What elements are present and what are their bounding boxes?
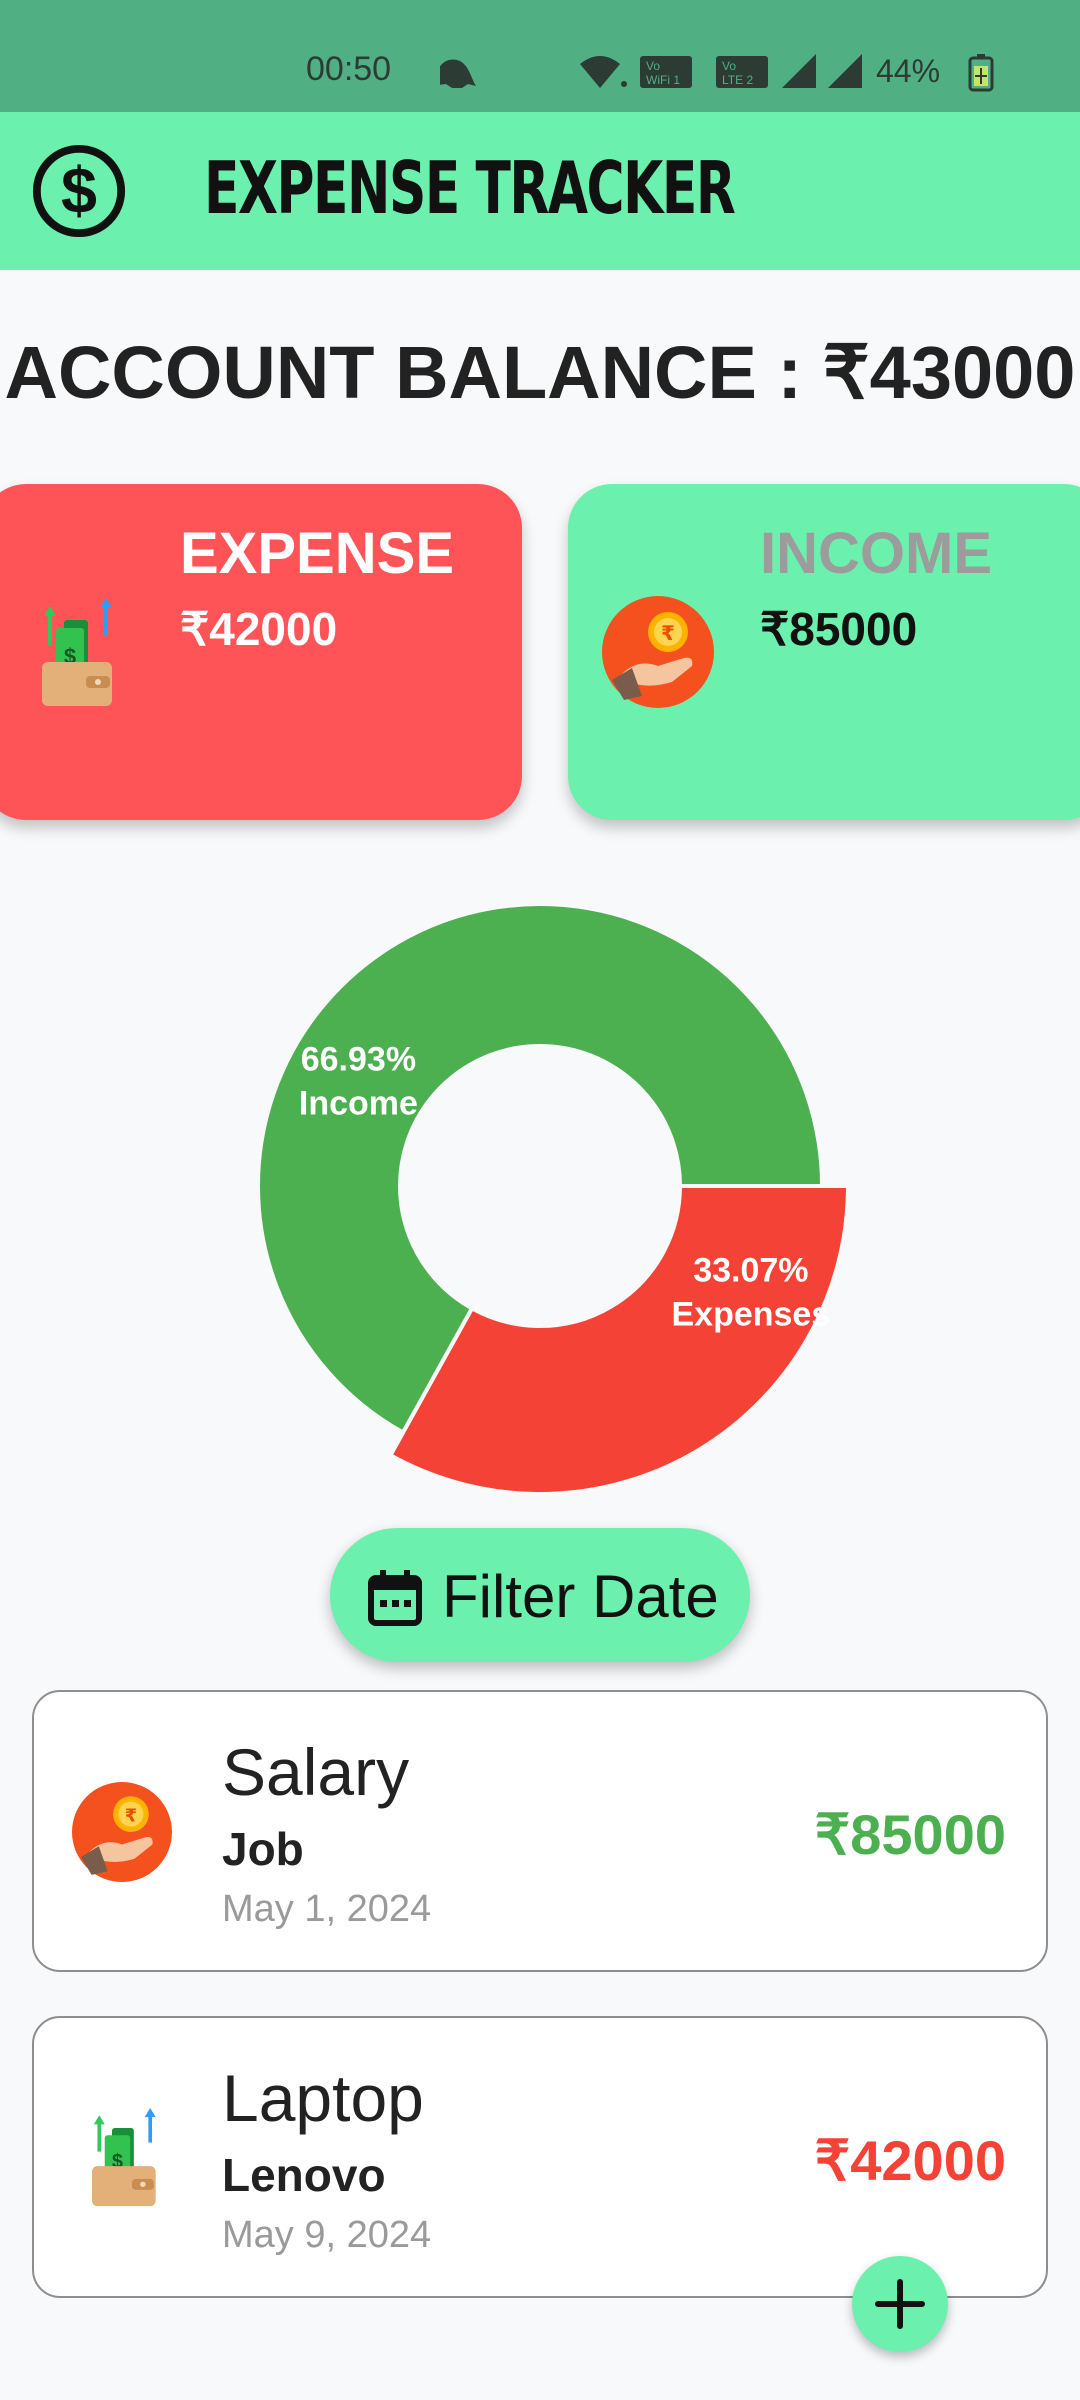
calendar-icon	[368, 1570, 422, 1626]
transaction-category: Job	[222, 1823, 304, 1875]
transaction-date: May 9, 2024	[222, 2214, 432, 2256]
expense-card[interactable]: $ EXPENSE ₹42000	[0, 484, 522, 820]
account-balance: ACCOUNT BALANCE : ₹43000	[4, 331, 1076, 414]
signal-icon	[828, 54, 862, 88]
transaction-date: May 1, 2024	[222, 1888, 432, 1930]
status-icons: Vo WiFi 1 Vo LTE 2 44%	[440, 53, 994, 92]
plus-icon	[875, 2279, 925, 2329]
status-bar: 00:50 Vo WiFi 1 Vo LTE 2 44%	[0, 0, 1080, 112]
income-card-title: INCOME	[760, 521, 992, 586]
pie-percent-label: 66.93%	[301, 1041, 416, 1079]
hand-coin-icon: ₹	[72, 1782, 172, 1882]
add-transaction-button[interactable]	[852, 2256, 948, 2352]
pie-category-label: Income	[299, 1085, 418, 1123]
income-card[interactable]: ₹ INCOME ₹85000	[568, 484, 1080, 820]
wallet-money-icon: $	[42, 598, 112, 706]
svg-text:Vo: Vo	[722, 59, 736, 73]
transaction-title: Laptop	[222, 2061, 424, 2135]
dollar-icon[interactable]: $	[30, 142, 128, 240]
volte2-icon: Vo LTE 2	[716, 56, 768, 88]
svg-text:₹: ₹	[661, 621, 675, 645]
battery-icon	[968, 54, 994, 92]
income-card-amount: ₹85000	[760, 603, 918, 655]
transaction-title: Salary	[222, 1735, 410, 1809]
battery-percent: 44%	[876, 53, 940, 89]
app-title: EXPENSE TRACKER	[204, 146, 736, 230]
hand-coin-icon: ₹	[602, 596, 714, 708]
app-bar: $ EXPENSE TRACKER	[0, 112, 1080, 270]
transaction-category: Lenovo	[222, 2149, 386, 2201]
filter-date-button[interactable]: Filter Date	[330, 1528, 750, 1662]
expense-card-amount: ₹42000	[180, 603, 338, 655]
signal-icon	[782, 54, 816, 88]
pie-slice-expenses	[387, 1184, 851, 1496]
svg-text:₹: ₹	[125, 1805, 137, 1826]
svg-text:$: $	[61, 154, 97, 227]
expense-card-title: EXPENSE	[180, 521, 454, 586]
filter-date-label: Filter Date	[442, 1563, 719, 1630]
status-time: 00:50	[306, 50, 392, 88]
transaction-amount: ₹85000	[814, 1803, 1006, 1866]
snapchat-icon	[440, 59, 476, 88]
pie-percent-label: 33.07%	[693, 1252, 808, 1290]
wallet-money-icon: $	[92, 2108, 156, 2207]
vowifi-icon: Vo WiFi 1	[640, 56, 692, 88]
svg-text:WiFi 1: WiFi 1	[646, 73, 680, 87]
wifi-icon	[580, 56, 627, 88]
svg-text:Vo: Vo	[646, 59, 660, 73]
transaction-card[interactable]: ₹ Salary Job May 1, 2024 ₹85000	[32, 1690, 1048, 1972]
transaction-amount: ₹42000	[814, 2129, 1006, 2192]
svg-text:LTE 2: LTE 2	[722, 73, 753, 87]
income-expense-donut-chart: 66.93% Income 33.07% Expenses	[256, 902, 851, 1496]
pie-category-label: Expenses	[671, 1296, 830, 1334]
